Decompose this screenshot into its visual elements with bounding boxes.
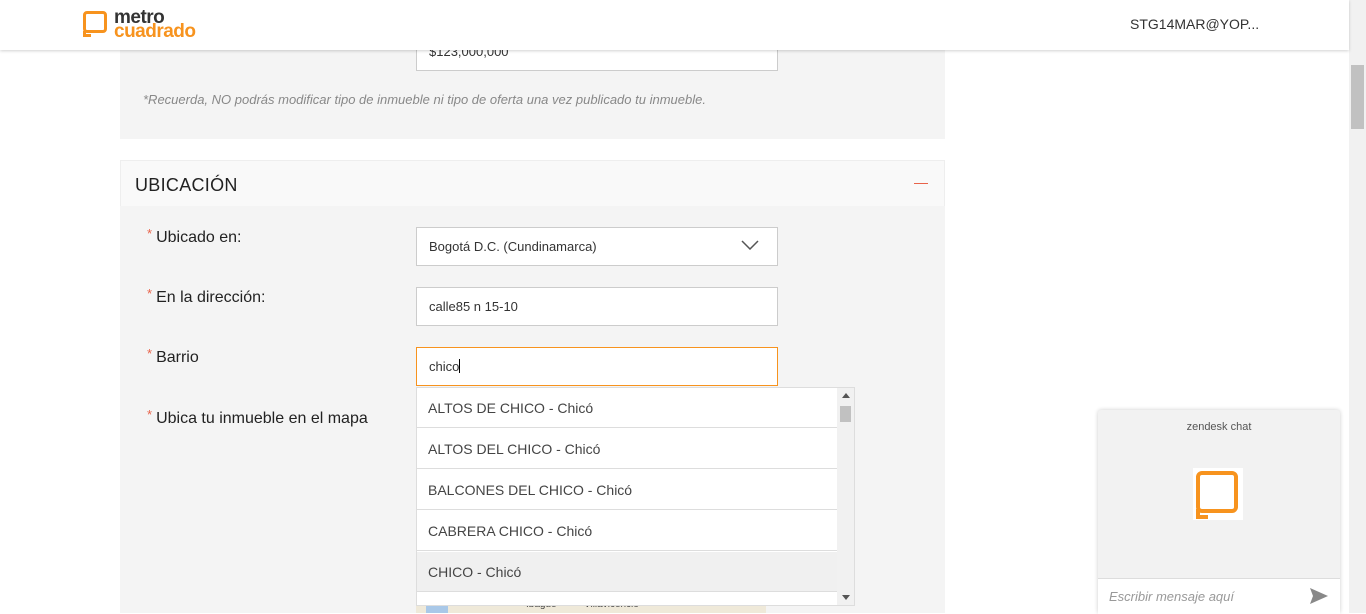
- send-icon[interactable]: [1310, 588, 1328, 604]
- scroll-up-arrow-icon[interactable]: [842, 393, 850, 398]
- section-title: UBICACIÓN: [135, 175, 238, 195]
- required-mark: *: [147, 346, 153, 361]
- address-input-value: calle85 n 15-10: [429, 299, 518, 314]
- city-select-value: Bogotá D.C. (Cundinamarca): [429, 239, 597, 254]
- chat-placeholder: Escribir mensaje aquí: [1109, 589, 1234, 604]
- chat-message-input[interactable]: Escribir mensaje aquí: [1098, 578, 1340, 614]
- chat-bubble-icon: [1196, 471, 1238, 519]
- suggestion-item[interactable]: BALCONES DEL CHICO - Chicó: [417, 470, 838, 510]
- suggestion-item[interactable]: ALTOS DE CHICO - Chicó: [417, 388, 838, 428]
- suggestions-scrollbar-thumb[interactable]: [840, 406, 851, 422]
- suggestion-item[interactable]: ALTOS DEL CHICO - Chicó: [417, 429, 838, 469]
- map-label: * Ubica tu inmueble en el mapa: [147, 407, 368, 427]
- publish-note: *Recuerda, NO podrás modificar tipo de i…: [143, 92, 706, 107]
- chat-logo: [1193, 468, 1243, 520]
- page-scrollbar[interactable]: [1349, 0, 1366, 613]
- neighborhood-input-value: chico: [429, 359, 460, 374]
- page-scrollbar-thumb[interactable]: [1351, 65, 1364, 129]
- zendesk-chat-widget[interactable]: zendesk chat Escribir mensaje aquí: [1098, 410, 1340, 614]
- located-in-label: * Ubicado en:: [147, 226, 242, 246]
- top-header: metro cuadrado STG14MAR@YOP...: [0, 0, 1349, 50]
- collapse-minus-icon[interactable]: [914, 183, 928, 184]
- required-mark: *: [147, 286, 153, 301]
- scroll-down-arrow-icon[interactable]: [842, 595, 850, 600]
- address-input[interactable]: calle85 n 15-10: [416, 287, 778, 326]
- required-mark: *: [147, 407, 153, 422]
- neighborhood-label: * Barrio: [147, 346, 199, 366]
- neighborhood-suggestions: ALTOS DE CHICO - Chicó ALTOS DEL CHICO -…: [416, 387, 855, 606]
- text-caret: [459, 359, 461, 373]
- logo-bubble-icon: [83, 11, 107, 37]
- logo-text-cuadrado: cuadrado: [114, 21, 196, 42]
- metrocuadrado-logo[interactable]: metro cuadrado: [82, 7, 206, 44]
- suggestion-item[interactable]: CABRERA CHICO - Chicó: [417, 511, 838, 551]
- chevron-down-icon: [741, 240, 759, 250]
- required-mark: *: [147, 226, 153, 241]
- city-select[interactable]: Bogotá D.C. (Cundinamarca): [416, 227, 778, 266]
- address-label: * En la dirección:: [147, 286, 266, 306]
- location-section-header[interactable]: UBICACIÓN: [120, 160, 945, 206]
- suggestions-scrollbar[interactable]: [837, 388, 854, 605]
- chat-title: zendesk chat: [1186, 421, 1252, 433]
- user-account-menu[interactable]: STG14MAR@YOP...: [1130, 16, 1259, 32]
- suggestion-item-highlighted[interactable]: CHICO - Chicó: [417, 552, 838, 592]
- neighborhood-input[interactable]: chico: [416, 347, 778, 386]
